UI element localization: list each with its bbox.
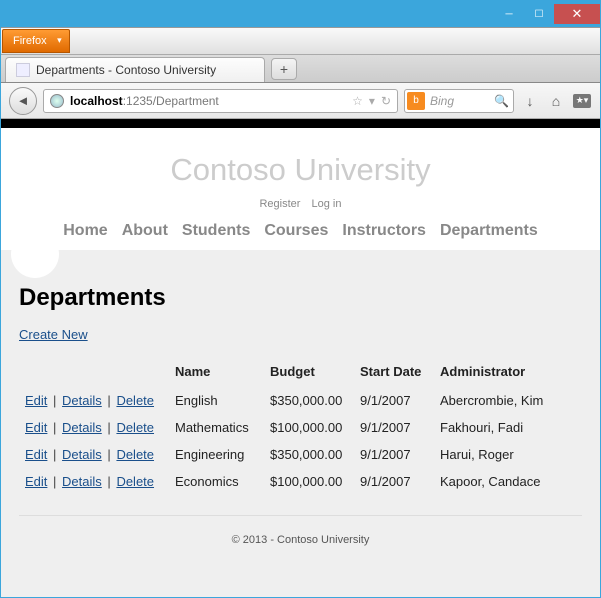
download-icon[interactable]: ↓ (520, 91, 540, 111)
nav-courses[interactable]: Courses (264, 222, 328, 240)
cell-admin: Abercrombie, Kim (434, 387, 582, 414)
cell-budget: $350,000.00 (264, 387, 354, 414)
home-icon[interactable]: ⌂ (546, 91, 566, 111)
cell-name: Engineering (169, 441, 264, 468)
details-link[interactable]: Details (62, 420, 102, 435)
reload-icon[interactable]: ↻ (381, 94, 391, 108)
bookmarks-menu-button[interactable]: ★▾ (572, 91, 592, 111)
search-provider-icon[interactable]: b (407, 92, 425, 110)
edit-link[interactable]: Edit (25, 447, 47, 462)
delete-link[interactable]: Delete (116, 447, 154, 462)
site-title: Contoso University (1, 152, 600, 188)
col-admin: Administrator (434, 360, 582, 387)
url-text: localhost:1235/Department (70, 94, 219, 108)
table-row: Edit | Details | DeleteEngineering$350,0… (19, 441, 582, 468)
table-row: Edit | Details | DeleteEnglish$350,000.0… (19, 387, 582, 414)
search-placeholder: Bing (430, 94, 454, 108)
details-link[interactable]: Details (62, 474, 102, 489)
col-start: Start Date (354, 360, 434, 387)
edit-link[interactable]: Edit (25, 393, 47, 408)
new-tab-button[interactable]: + (271, 58, 297, 80)
cell-admin: Fakhouri, Fadi (434, 414, 582, 441)
page-footer: © 2013 - Contoso University (19, 515, 582, 564)
hero-bump (1, 250, 600, 272)
window-minimize-button[interactable]: ─ (494, 4, 524, 24)
col-budget: Budget (264, 360, 354, 387)
cell-name: Economics (169, 468, 264, 495)
cell-budget: $100,000.00 (264, 414, 354, 441)
cell-name: English (169, 387, 264, 414)
back-button[interactable]: ◄ (9, 87, 37, 115)
cell-admin: Kapoor, Candace (434, 468, 582, 495)
delete-link[interactable]: Delete (116, 393, 154, 408)
col-name: Name (169, 360, 264, 387)
address-bar[interactable]: localhost:1235/Department ☆ ▾ ↻ (43, 89, 398, 113)
delete-link[interactable]: Delete (116, 420, 154, 435)
cell-start: 9/1/2007 (354, 468, 434, 495)
cell-name: Mathematics (169, 414, 264, 441)
table-row: Edit | Details | DeleteMathematics$100,0… (19, 414, 582, 441)
window-close-button[interactable]: ✕ (554, 4, 600, 24)
edit-link[interactable]: Edit (25, 420, 47, 435)
tab-title: Departments - Contoso University (36, 63, 216, 77)
nav-instructors[interactable]: Instructors (342, 222, 426, 240)
details-link[interactable]: Details (62, 447, 102, 462)
firefox-menu-button[interactable]: Firefox (2, 29, 70, 53)
window-maximize-button[interactable]: ☐ (524, 4, 554, 24)
departments-table: Name Budget Start Date Administrator Edi… (19, 360, 582, 495)
create-new-link[interactable]: Create New (19, 327, 88, 342)
page-icon (16, 63, 30, 77)
main-nav: Home About Students Courses Instructors … (1, 222, 600, 240)
page-heading: Departments (19, 284, 582, 312)
search-icon[interactable]: 🔍 (494, 94, 509, 108)
dropdown-icon[interactable]: ▾ (369, 94, 375, 108)
cell-start: 9/1/2007 (354, 387, 434, 414)
globe-icon (50, 94, 64, 108)
edit-link[interactable]: Edit (25, 474, 47, 489)
nav-home[interactable]: Home (63, 222, 107, 240)
window-titlebar: ─ ☐ ✕ (1, 1, 600, 27)
login-link[interactable]: Log in (312, 198, 342, 210)
cell-start: 9/1/2007 (354, 441, 434, 468)
details-link[interactable]: Details (62, 393, 102, 408)
cell-budget: $350,000.00 (264, 441, 354, 468)
top-bar (1, 119, 600, 128)
cell-start: 9/1/2007 (354, 414, 434, 441)
table-row: Edit | Details | DeleteEconomics$100,000… (19, 468, 582, 495)
cell-budget: $100,000.00 (264, 468, 354, 495)
nav-departments[interactable]: Departments (440, 222, 538, 240)
nav-students[interactable]: Students (182, 222, 250, 240)
nav-about[interactable]: About (122, 222, 168, 240)
delete-link[interactable]: Delete (116, 474, 154, 489)
cell-admin: Harui, Roger (434, 441, 582, 468)
favorite-icon[interactable]: ☆ (352, 94, 363, 108)
browser-tab[interactable]: Departments - Contoso University (5, 57, 265, 82)
register-link[interactable]: Register (259, 198, 300, 210)
search-box[interactable]: b Bing 🔍 (404, 89, 514, 113)
tab-strip: Departments - Contoso University + (1, 55, 600, 83)
